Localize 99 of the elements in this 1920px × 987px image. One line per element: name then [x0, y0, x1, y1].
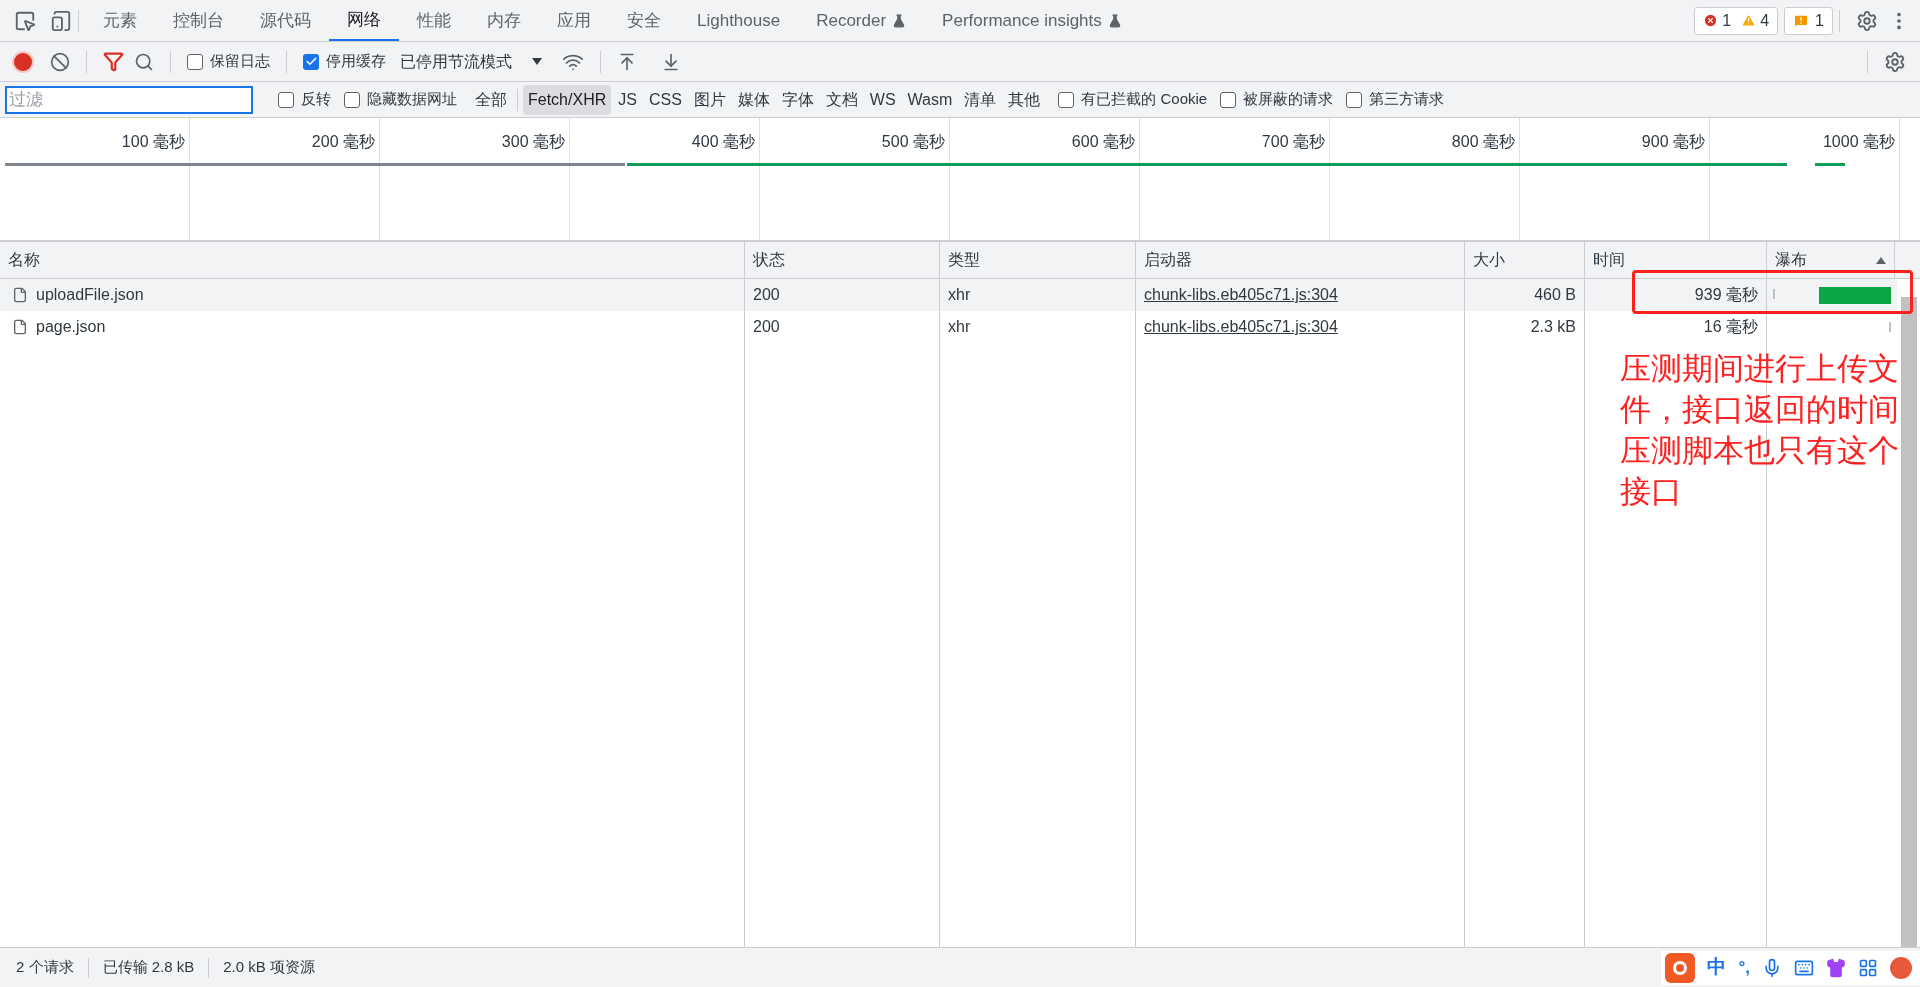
- warning-icon: [1741, 13, 1757, 28]
- panel-tab[interactable]: Performance insights: [924, 0, 1140, 41]
- throttling-dropdown[interactable]: 已停用节流模式: [400, 49, 542, 74]
- checkbox[interactable]: 停用缓存: [303, 50, 386, 73]
- request-name: page.json: [36, 317, 106, 337]
- column-header[interactable]: 时间: [1593, 251, 1625, 269]
- device-toolbar-icon[interactable]: [50, 9, 72, 32]
- type-filter[interactable]: Fetch/XHR: [523, 84, 612, 115]
- panel-tab[interactable]: Lighthouse: [679, 0, 799, 41]
- shirt-icon[interactable]: [1826, 957, 1846, 978]
- dropdown-caret-icon: [532, 58, 542, 65]
- time-tick-label: 800 毫秒: [1451, 132, 1515, 152]
- ime-mode[interactable]: 中: [1707, 953, 1727, 982]
- time-cell-text: 16 毫秒: [1703, 317, 1758, 337]
- panel-tab[interactable]: 元素: [85, 0, 155, 41]
- time-tick-label: 900 毫秒: [1641, 132, 1705, 152]
- file-icon: [12, 319, 28, 335]
- panel-tab[interactable]: 源代码: [242, 0, 329, 41]
- checkbox[interactable]: 隐藏数据网址: [344, 88, 457, 111]
- warning-count: 4: [1760, 10, 1770, 31]
- time-tick-label: 500 毫秒: [881, 132, 945, 152]
- time-tick-label: 300 毫秒: [501, 132, 565, 152]
- inspect-element-icon[interactable]: [14, 9, 36, 32]
- type-filter[interactable]: 媒体: [732, 84, 775, 115]
- ime-punctuation[interactable]: °,: [1738, 954, 1750, 981]
- column-header[interactable]: 类型: [948, 251, 980, 269]
- microphone-icon[interactable]: [1762, 957, 1782, 978]
- status-cell-text: 200: [753, 317, 780, 337]
- sort-arrow-icon: [1876, 256, 1886, 264]
- grid-icon[interactable]: [1858, 957, 1878, 978]
- avatar-icon[interactable]: [1890, 956, 1912, 979]
- time-cell-text: 939 毫秒: [1694, 285, 1758, 305]
- initiator-link[interactable]: chunk-libs.eb405c71.js:304: [1144, 315, 1338, 339]
- time-tick-label: 700 毫秒: [1261, 132, 1325, 152]
- status-text: 2 个请求: [16, 957, 74, 978]
- flask-icon: [1107, 13, 1122, 28]
- size-cell-text: 2.3 kB: [1530, 317, 1576, 337]
- filter-input[interactable]: 过滤: [5, 85, 253, 114]
- panel-tab[interactable]: 性能: [399, 0, 469, 41]
- column-header[interactable]: 状态: [753, 251, 785, 269]
- time-tick-label: 200 毫秒: [311, 132, 375, 152]
- type-filter[interactable]: JS: [613, 84, 642, 115]
- ime-toolbar[interactable]: 中 °,: [1661, 950, 1920, 985]
- type-filter[interactable]: 清单: [959, 84, 1002, 115]
- panel-tab[interactable]: 安全: [609, 0, 679, 41]
- type-filter[interactable]: WS: [864, 84, 901, 115]
- type-filter[interactable]: Wasm: [902, 84, 958, 115]
- error-count: 1: [1722, 10, 1732, 31]
- download-icon[interactable]: [661, 51, 681, 72]
- checkbox[interactable]: 保留日志: [187, 50, 270, 73]
- request-name: uploadFile.json: [36, 285, 144, 305]
- upload-icon[interactable]: [617, 51, 637, 72]
- status-cell-text: 200: [753, 285, 780, 305]
- column-header[interactable]: 启动器: [1144, 251, 1192, 269]
- filter-icon[interactable]: [103, 51, 124, 72]
- column-header[interactable]: 瀑布: [1775, 251, 1807, 269]
- checkbox[interactable]: 有已拦截的 Cookie: [1058, 88, 1208, 111]
- checkbox[interactable]: 反转: [278, 88, 331, 111]
- time-tick-label: 100 毫秒: [121, 132, 185, 152]
- error-icon: [1703, 13, 1719, 28]
- annotation-text: 压测期间进行上传文件，接口返回的时间压测脚本也只有这个接口: [1620, 350, 1900, 511]
- type-filter[interactable]: 全部: [470, 84, 512, 115]
- panel-tab[interactable]: 内存: [469, 0, 539, 41]
- request-row[interactable]: uploadFile.json 200 xhr chunk-libs.eb405c71.js:304 460 B 939 毫秒: [0, 279, 1897, 311]
- initiator-link[interactable]: chunk-libs.eb405c71.js:304: [1144, 283, 1338, 307]
- type-cell-text: xhr: [948, 317, 971, 337]
- type-cell-text: xhr: [948, 285, 971, 305]
- panel-tab[interactable]: 控制台: [155, 0, 242, 41]
- check-icon: [304, 55, 318, 68]
- time-tick-label: 1000 毫秒: [1822, 132, 1895, 152]
- issue-count: 1: [1815, 10, 1824, 31]
- type-filter[interactable]: 文档: [820, 84, 863, 115]
- time-tick-label: 600 毫秒: [1071, 132, 1135, 152]
- record-button[interactable]: [14, 52, 32, 71]
- time-tick-label: 400 毫秒: [691, 132, 755, 152]
- issue-icon: [1793, 12, 1810, 29]
- settings-icon[interactable]: [1856, 9, 1878, 32]
- search-icon[interactable]: [134, 51, 154, 72]
- type-filter[interactable]: 其他: [1003, 84, 1046, 115]
- panel-tab[interactable]: Recorder: [798, 0, 925, 41]
- type-filter[interactable]: 字体: [776, 84, 819, 115]
- settings-icon[interactable]: [1884, 50, 1906, 73]
- console-counter[interactable]: 1 4: [1694, 6, 1779, 35]
- column-header[interactable]: 名称: [8, 251, 40, 269]
- checkbox[interactable]: 第三方请求: [1346, 88, 1445, 111]
- status-text: 已传输 2.8 kB: [102, 957, 195, 978]
- file-icon: [12, 287, 28, 303]
- type-filter[interactable]: CSS: [643, 84, 687, 115]
- status-text: 2.0 kB 项资源: [223, 957, 315, 978]
- ime-logo-icon: [1665, 952, 1696, 983]
- panel-tab[interactable]: 应用: [539, 0, 609, 41]
- column-header[interactable]: 大小: [1473, 251, 1505, 269]
- clear-icon[interactable]: [50, 51, 70, 72]
- scrollbar-thumb[interactable]: [1900, 297, 1917, 947]
- type-filter[interactable]: 图片: [688, 84, 731, 115]
- issues-counter[interactable]: 1: [1784, 6, 1833, 35]
- size-cell-text: 460 B: [1534, 285, 1576, 305]
- flask-icon: [892, 13, 907, 28]
- checkbox[interactable]: 被屏蔽的请求: [1220, 88, 1334, 111]
